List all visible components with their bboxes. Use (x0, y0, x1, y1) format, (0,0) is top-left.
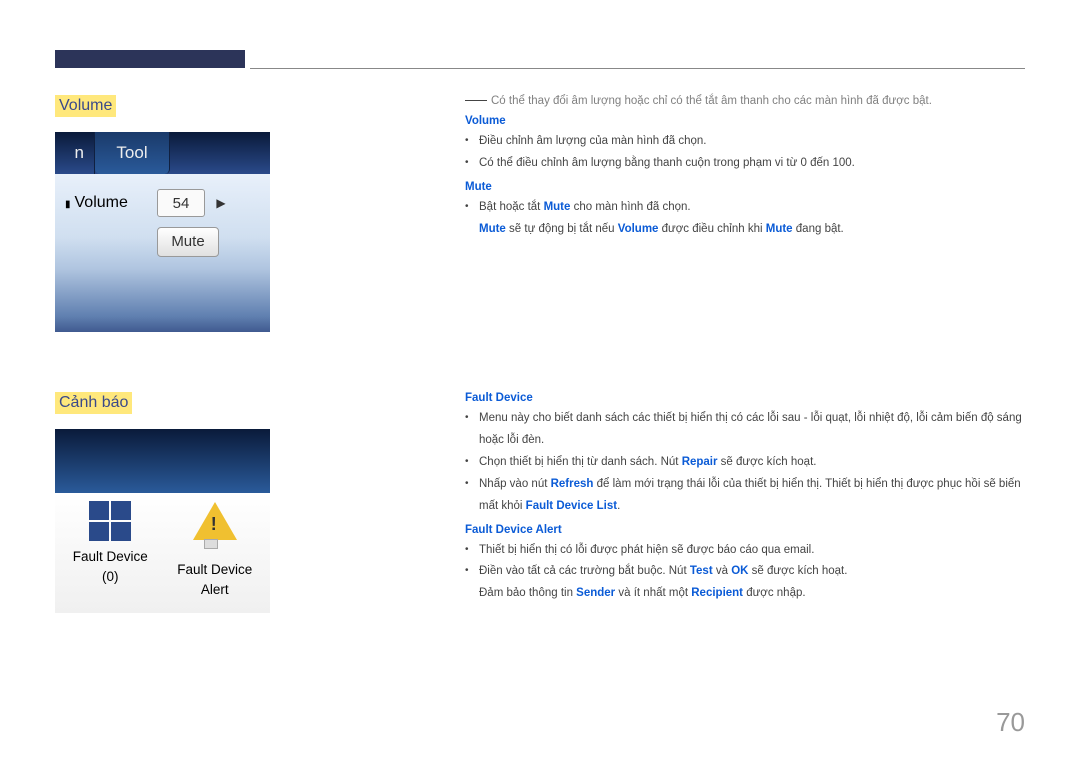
kw-refresh: Refresh (551, 478, 594, 490)
envelope-icon (204, 539, 218, 549)
volume-value-input[interactable]: 54 (157, 189, 205, 217)
fault-device-alert-label-line1: Fault Device (166, 560, 265, 580)
fault-device-alert-label-line2: Alert (166, 580, 265, 600)
volume-label: Volume (61, 194, 151, 212)
mute-bullet-1-a: Bật hoặc tắt (479, 201, 544, 213)
warning-triangle-icon (193, 502, 237, 540)
mute-button[interactable]: Mute (157, 227, 219, 257)
fda-l2-mid: và ít nhất một (615, 587, 691, 599)
volume-ui-screenshot: n Tool Volume 54 ▶ Mute (55, 132, 270, 332)
fd-b2-a: Chọn thiết bị hiển thị từ danh sách. Nút (479, 456, 682, 468)
right-column: Có thể thay đổi âm lượng hoặc chỉ có thể… (375, 95, 1025, 613)
fda-l2-b: được nhập. (743, 587, 806, 599)
fda-b2-mid: và (713, 565, 732, 577)
kw-repair: Repair (682, 456, 718, 468)
fault-device-bullets: Menu này cho biết danh sách các thiết bị… (465, 408, 1025, 517)
subheading-mute: Mute (465, 181, 1025, 193)
fd-b3-c: . (617, 500, 620, 512)
volume-bullet-2: Có thể điều chỉnh âm lượng bằng thanh cu… (479, 153, 1025, 175)
volume-row: Volume 54 ▶ (61, 189, 264, 217)
fda-bullet-1: Thiết bị hiển thị có lỗi được phát hiện … (479, 540, 1025, 562)
fd-bullet-1: Menu này cho biết danh sách các thiết bị… (479, 408, 1025, 452)
volume-note: Có thể thay đổi âm lượng hoặc chỉ có thể… (465, 95, 1025, 107)
header-accent-bar (55, 50, 245, 68)
kw-mute-n2: Mute (766, 223, 793, 235)
volume-note-text: Có thể thay đổi âm lượng hoặc chỉ có thể… (491, 95, 932, 107)
content-area: Volume n Tool Volume 54 ▶ Mute Cảnh báo (55, 95, 1025, 613)
kw-fault-device-list: Fault Device List (526, 500, 617, 512)
kw-mute-n1: Mute (479, 223, 506, 235)
subheading-fault-device: Fault Device (465, 392, 1025, 404)
kw-ok: OK (731, 565, 748, 577)
fault-device-alert-item[interactable]: Fault Device Alert (166, 501, 265, 608)
dash-icon (465, 100, 487, 101)
section-title-volume: Volume (55, 95, 116, 117)
tool-tab-header: n Tool (55, 132, 270, 174)
tab-tool[interactable]: Tool (95, 132, 170, 174)
fda-bullet-2: Điền vào tất cả các trường bắt buộc. Nút… (479, 561, 1025, 605)
section-title-warning: Cảnh báo (55, 392, 132, 414)
mute-note-p6: đang bật. (793, 223, 844, 235)
mute-bullet-1: Bật hoặc tắt Mute cho màn hình đã chọn. … (479, 197, 1025, 241)
page-number: 70 (996, 707, 1025, 738)
grid-icon (89, 501, 131, 541)
warning-header-bar (55, 429, 270, 493)
kw-mute: Mute (544, 201, 571, 213)
tab-n[interactable]: n (55, 132, 95, 174)
volume-bullet-1: Điều chỉnh âm lượng của màn hình đã chọn… (479, 131, 1025, 153)
kw-volume-n: Volume (618, 223, 659, 235)
subheading-volume: Volume (465, 115, 1025, 127)
subheading-fault-device-alert: Fault Device Alert (465, 524, 1025, 536)
fda-l2-a: Đảm bảo thông tin (479, 587, 576, 599)
kw-sender: Sender (576, 587, 615, 599)
tool-body: Volume 54 ▶ Mute (55, 174, 270, 332)
header-divider (250, 68, 1025, 69)
fd-b3-a: Nhấp vào nút (479, 478, 551, 490)
mute-note-p2: sẽ tự động bị tắt nếu (506, 223, 618, 235)
fault-device-label-line1: Fault Device (61, 547, 160, 567)
fault-device-item[interactable]: Fault Device (0) (61, 501, 160, 608)
fd-bullet-2: Chọn thiết bị hiển thị từ danh sách. Nút… (479, 452, 1025, 474)
mute-bullets: Bật hoặc tắt Mute cho màn hình đã chọn. … (465, 197, 1025, 241)
warning-ui-screenshot: Fault Device (0) Fault Device Alert (55, 429, 270, 613)
fd-b2-b: sẽ được kích hoạt. (717, 456, 816, 468)
fda-b2-b: sẽ được kích hoạt. (748, 565, 847, 577)
kw-recipient: Recipient (691, 587, 743, 599)
mute-note-p4: được điều chỉnh khi (658, 223, 765, 235)
volume-bullets: Điều chỉnh âm lượng của màn hình đã chọn… (465, 131, 1025, 175)
mute-bullet-1-b: cho màn hình đã chọn. (570, 201, 690, 213)
fault-device-alert-bullets: Thiết bị hiển thị có lỗi được phát hiện … (465, 540, 1025, 606)
left-column: Volume n Tool Volume 54 ▶ Mute Cảnh báo (55, 95, 375, 613)
fault-device-label-line2: (0) (61, 567, 160, 587)
fda-b2-a: Điền vào tất cả các trường bắt buộc. Nút (479, 565, 690, 577)
fd-bullet-3: Nhấp vào nút Refresh để làm mới trạng th… (479, 474, 1025, 518)
kw-test: Test (690, 565, 713, 577)
volume-increase-arrow-icon[interactable]: ▶ (211, 196, 231, 210)
warning-body: Fault Device (0) Fault Device Alert (55, 493, 270, 613)
